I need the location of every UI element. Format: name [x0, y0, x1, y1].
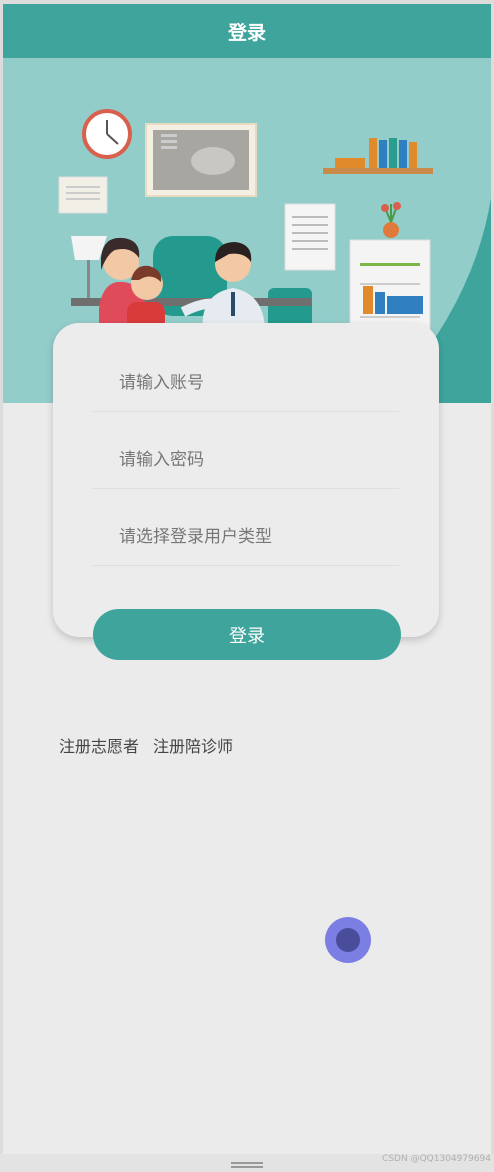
home-indicator-icon[interactable] [231, 1162, 263, 1168]
usertype-field [93, 509, 399, 566]
login-button[interactable]: 登录 [93, 609, 401, 660]
page-header: 登录 [3, 4, 491, 58]
page-title: 登录 [227, 21, 266, 44]
assistive-touch-icon[interactable] [325, 917, 371, 963]
password-input[interactable] [93, 450, 399, 470]
account-field [93, 355, 399, 412]
wall-poster-icon [284, 203, 336, 271]
assistive-touch-core [336, 928, 360, 952]
password-field [93, 432, 399, 489]
wall-note-icon [58, 176, 108, 214]
account-input[interactable] [93, 373, 399, 393]
login-card [53, 323, 439, 637]
ultrasound-frame-icon [145, 123, 257, 197]
watermark: CSDN @QQ1304979694 [382, 1154, 491, 1164]
usertype-select[interactable] [93, 527, 399, 547]
register-volunteer-link[interactable]: 注册志愿者 [59, 733, 139, 757]
clock-icon [82, 109, 132, 159]
app-frame: 登录 请输入账号 请选择登录用户类型 登录 注册志愿者 注册陪诊师 [3, 4, 491, 1154]
register-links: 注册志愿者 注册陪诊师 [59, 733, 233, 757]
register-escort-link[interactable]: 注册陪诊师 [153, 733, 233, 757]
